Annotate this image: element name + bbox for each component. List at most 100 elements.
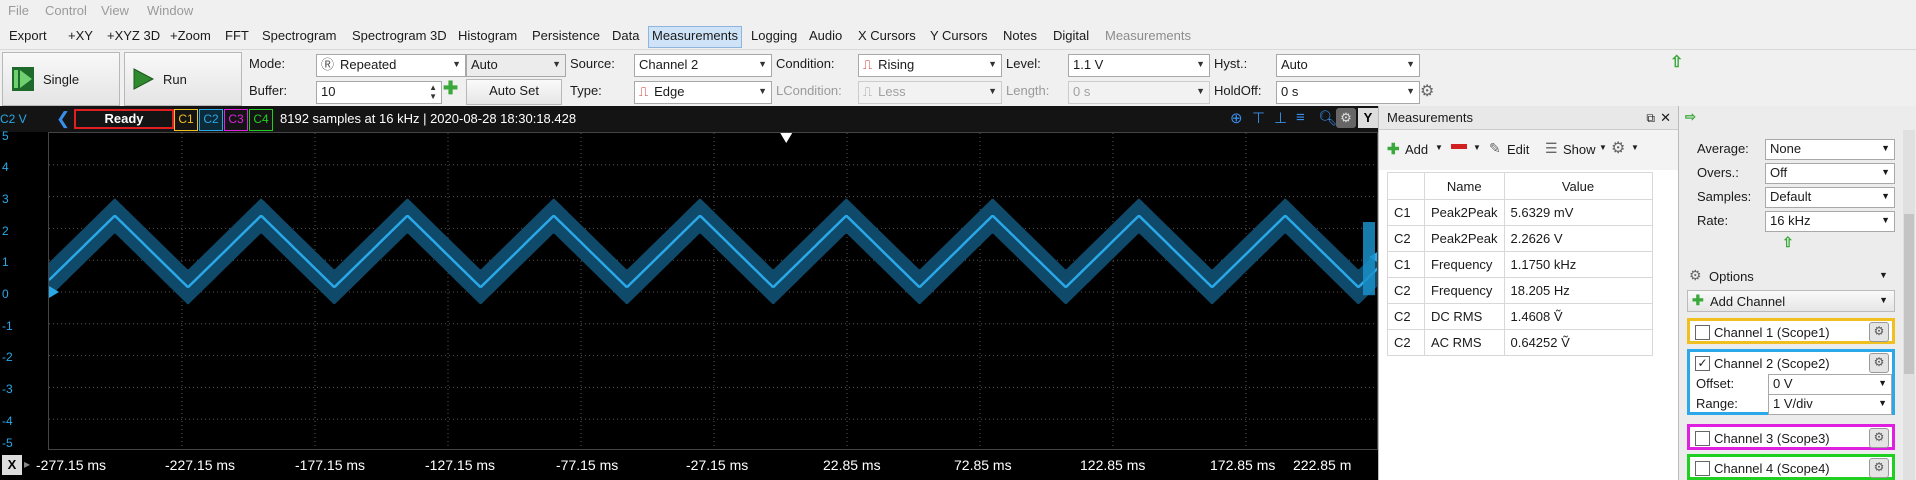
tab-xy[interactable]: +XY [65, 26, 96, 46]
lcondition-label: LCondition: [776, 83, 842, 98]
remove-icon[interactable] [1451, 144, 1467, 149]
magnifier-icon[interactable]: 🔍︎ [1318, 109, 1337, 127]
level-select[interactable]: 1.1 V ▼ [1068, 54, 1210, 77]
table-row[interactable]: C1 Frequency 1.1750 kHz [1387, 251, 1653, 278]
measurements-table: Name Value C1 Peak2Peak 5.6329 mV C2 Peak2P… [1387, 172, 1653, 356]
single-button[interactable]: Single [2, 52, 120, 106]
channel-unit: C2 V [0, 112, 27, 126]
rate-select[interactable]: 16 kHz ▼ [1765, 211, 1895, 232]
gear-icon[interactable]: ⚙ [1611, 138, 1625, 158]
tab-measurements-dim[interactable]: Measurements [1102, 26, 1194, 46]
hyst-select[interactable]: Auto ▼ [1276, 54, 1420, 77]
tab-notes[interactable]: Notes [1000, 26, 1040, 46]
scrollbar[interactable] [1903, 130, 1915, 480]
tab-zoom[interactable]: +Zoom [167, 26, 214, 46]
table-row[interactable]: C1 Peak2Peak 5.6329 mV [1387, 199, 1653, 226]
channel-2-gear-icon[interactable]: ⚙ [1869, 353, 1889, 373]
spin-arrows-icon[interactable]: ▲ ▼ [429, 83, 437, 101]
overs-select[interactable]: Off ▼ [1765, 163, 1895, 184]
channel-4-checkbox[interactable] [1695, 461, 1710, 476]
tab-measurements[interactable]: Measurements [648, 26, 742, 48]
mode-select[interactable]: Ⓡ Repeated ▼ [316, 54, 466, 77]
channel-c1-toggle[interactable]: C1 [174, 109, 198, 131]
channel-4-gear-icon[interactable]: ⚙ [1869, 458, 1889, 478]
offset-select[interactable]: 0 V ▼ [1768, 374, 1892, 395]
menu-window[interactable]: Window [147, 3, 193, 18]
tab-persistence[interactable]: Persistence [529, 26, 603, 46]
add-icon: ✚ [1692, 292, 1704, 308]
add-channel-button[interactable]: ✚ Add Channel ▼ [1687, 290, 1895, 312]
length-select[interactable]: 0 s ▼ [1068, 81, 1210, 104]
table-row[interactable]: C2 Peak2Peak 2.2626 V [1387, 225, 1653, 252]
auto-trigger-select[interactable]: Auto ▼ [466, 54, 566, 77]
tab-fft[interactable]: FFT [222, 26, 252, 46]
edit-button[interactable]: Edit [1507, 142, 1529, 157]
samples-select[interactable]: Default ▼ [1765, 187, 1895, 208]
collapse-up-arrow-icon[interactable]: ⇧ [1670, 52, 1683, 72]
row-channel: C2 [1387, 225, 1425, 252]
options-label[interactable]: Options [1709, 269, 1754, 284]
menu-view[interactable]: View [101, 3, 129, 18]
undock-icon[interactable]: ⧉ [1646, 106, 1655, 130]
forward-arrow-icon[interactable]: ⇨ [1685, 109, 1696, 125]
channel-c4-toggle[interactable]: C4 [249, 109, 273, 131]
tab-histogram[interactable]: Histogram [455, 26, 520, 46]
tab-data[interactable]: Data [609, 26, 642, 46]
align-middle-icon[interactable]: ≡ [1296, 109, 1305, 126]
holdoff-select[interactable]: 0 s ▼ [1276, 81, 1420, 104]
tab-digital[interactable]: Digital [1050, 26, 1092, 46]
buffer-spinbox[interactable]: 10 ▲ ▼ [316, 81, 442, 104]
add-icon[interactable]: ✚ [1387, 140, 1400, 158]
row-value: 2.2626 V [1503, 225, 1653, 252]
tab-export[interactable]: Export [6, 26, 50, 46]
channel-3-gear-icon[interactable]: ⚙ [1869, 428, 1889, 448]
auto-set-button[interactable]: Auto Set [466, 79, 562, 105]
tab-audio[interactable]: Audio [806, 26, 845, 46]
plot-settings-gear-icon[interactable]: ⚙ [1336, 108, 1356, 128]
scrollbar-thumb[interactable] [1904, 214, 1914, 374]
average-select[interactable]: None ▼ [1765, 139, 1895, 160]
channel-2-checkbox[interactable]: ✓ [1695, 356, 1710, 371]
table-row[interactable]: C2 DC RMS 1.4608 Ṽ [1387, 303, 1653, 330]
tab-spectrogram-3d[interactable]: Spectrogram 3D [349, 26, 450, 46]
chevron-down-icon: ▼ [1881, 143, 1890, 153]
channel-3-checkbox[interactable] [1695, 431, 1710, 446]
scope-plot[interactable] [48, 132, 1378, 450]
y-axis-button[interactable]: Y [1358, 108, 1378, 128]
type-select[interactable]: ⎍ Edge ▼ [634, 81, 772, 104]
channel-c3-toggle[interactable]: C3 [224, 109, 248, 131]
back-arrow-icon[interactable]: ❮ [56, 109, 70, 129]
add-measurement-button[interactable]: Add [1405, 142, 1428, 157]
zoom-fit-icon[interactable]: ⊕ [1230, 109, 1243, 127]
table-row[interactable]: C2 Frequency 18.205 Hz [1387, 277, 1653, 304]
menu-file[interactable]: File [8, 3, 29, 18]
close-icon[interactable]: ✕ [1660, 106, 1671, 130]
condition-select[interactable]: ⎍ Rising ▼ [858, 54, 1002, 77]
run-button[interactable]: Run [124, 52, 242, 106]
gear-icon[interactable]: ⚙ [1420, 81, 1434, 101]
menu-control[interactable]: Control [45, 3, 87, 18]
measurements-title: Measurements [1387, 110, 1473, 125]
channel-1-gear-icon[interactable]: ⚙ [1869, 322, 1889, 342]
collapse-up-arrow-icon[interactable]: ⇧ [1782, 234, 1794, 251]
tab-logging[interactable]: Logging [748, 26, 800, 46]
measurements-header: Measurements ⧉ ✕ [1379, 106, 1679, 130]
tab-y-cursors[interactable]: Y Cursors [927, 26, 991, 46]
source-select[interactable]: Channel 2 ▼ [634, 54, 772, 77]
tab-spectrogram[interactable]: Spectrogram [259, 26, 339, 46]
show-button[interactable]: Show [1563, 142, 1596, 157]
align-bottom-icon[interactable]: ⊥ [1274, 109, 1287, 127]
add-icon[interactable]: ✚ [443, 78, 458, 99]
align-top-icon[interactable]: ⊤ [1252, 109, 1265, 127]
tab-xyz-3d[interactable]: +XYZ 3D [104, 26, 163, 46]
x-axis-button[interactable]: X [2, 455, 22, 475]
channel-1-checkbox[interactable] [1695, 325, 1710, 340]
y-tick: -3 [2, 382, 13, 396]
range-select[interactable]: 1 V/div ▼ [1768, 394, 1892, 415]
offset-label: Offset: [1696, 376, 1735, 391]
tab-x-cursors[interactable]: X Cursors [855, 26, 919, 46]
lcondition-select[interactable]: ⎍ Less ▼ [858, 81, 1002, 104]
channel-c2-toggle[interactable]: C2 [199, 109, 223, 131]
y-tick: 0 [2, 287, 9, 301]
table-row[interactable]: C2 AC RMS 0.64252 Ṽ [1387, 329, 1653, 356]
